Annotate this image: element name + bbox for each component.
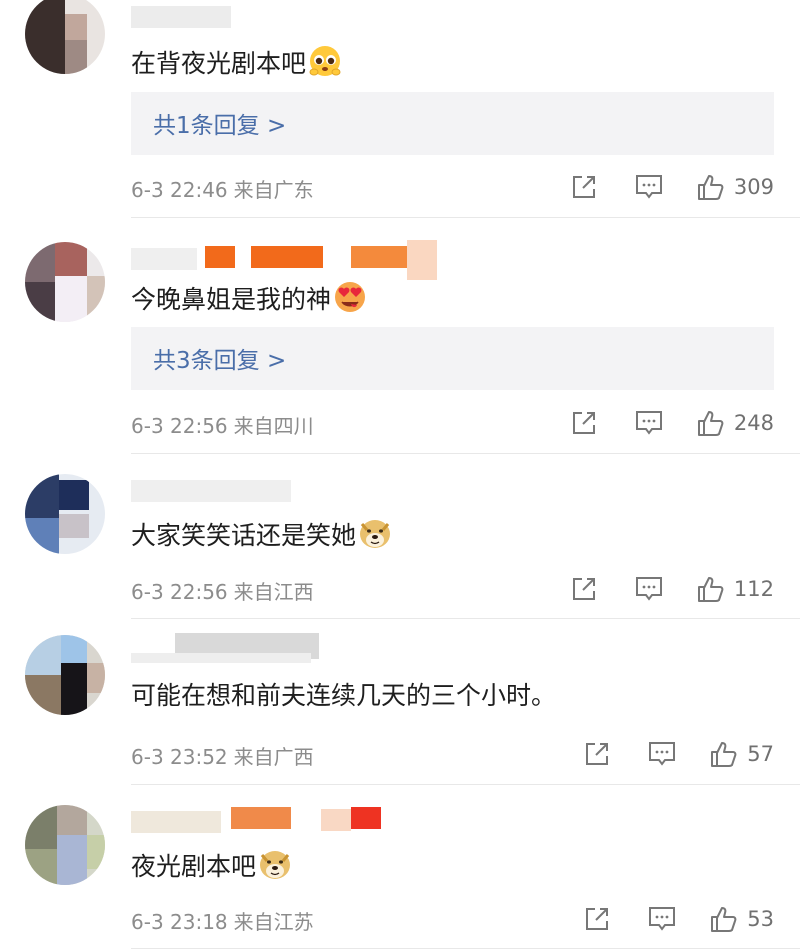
share-button[interactable]: [583, 905, 611, 933]
share-button[interactable]: [570, 173, 598, 201]
timestamp: 6-3 23:52: [131, 745, 228, 769]
comment-icon: [635, 411, 662, 435]
like-button[interactable]: 112: [696, 574, 774, 604]
share-button[interactable]: [570, 409, 598, 437]
divider: [131, 948, 800, 949]
like-count: 248: [733, 411, 774, 435]
comment-actions: 248: [570, 406, 774, 440]
comment-body: 可能在想和前夫连续几天的三个小时。: [131, 681, 557, 710]
share-icon: [572, 578, 595, 600]
location: 来自广西: [233, 745, 314, 769]
comment-item: 今晚鼻姐是我的神 共3条回复 > 6-3 22:56 来自四川 248: [0, 218, 800, 454]
view-replies-link[interactable]: 共1条回复 >: [153, 106, 286, 140]
pleading-face-icon: [309, 46, 341, 76]
comment-body: 夜光剧本吧: [131, 852, 257, 881]
comment-body: 在背夜光剧本吧: [131, 49, 307, 78]
avatar[interactable]: [25, 635, 105, 715]
comment-body: 今晚鼻姐是我的神: [131, 285, 332, 314]
doge-face-icon: [260, 851, 291, 879]
share-icon: [586, 743, 609, 765]
comment-icon: [649, 742, 676, 766]
reply-button[interactable]: [634, 173, 664, 201]
location: 来自四川: [233, 414, 314, 438]
comment-icon: [635, 175, 662, 199]
comment-body: 大家笑笑话还是笑她: [131, 521, 357, 550]
comment-item: 大家笑笑话还是笑她 6-3 22:56 来自江西 112: [0, 454, 800, 619]
timestamp: 6-3 22:56: [131, 414, 228, 438]
comment-meta: 6-3 22:56 来自四川: [131, 410, 314, 439]
comment-actions: 57: [583, 737, 774, 771]
thumbs-up-icon: [697, 175, 724, 200]
like-count: 309: [733, 175, 774, 199]
comment-meta: 6-3 22:46 来自广东: [131, 174, 314, 203]
comment-actions: 309: [570, 170, 774, 204]
timestamp: 6-3 23:18: [131, 910, 228, 934]
like-button[interactable]: 57: [709, 739, 774, 769]
share-icon: [572, 176, 595, 198]
reply-preview-box: 共1条回复 >: [131, 92, 774, 155]
reply-button[interactable]: [634, 409, 664, 437]
comment-text: 大家笑笑话还是笑她: [131, 516, 392, 553]
comment-actions: 112: [570, 572, 774, 606]
comment-text: 今晚鼻姐是我的神: [131, 280, 367, 317]
thumbs-up-icon: [697, 411, 724, 436]
like-count: 112: [733, 577, 774, 601]
share-icon: [586, 908, 609, 930]
like-button[interactable]: 248: [696, 408, 774, 438]
doge-face-icon: [360, 520, 391, 548]
location: 来自江苏: [233, 910, 314, 934]
reply-preview-box: 共3条回复 >: [131, 327, 774, 390]
comment-meta: 6-3 23:18 来自江苏: [131, 906, 314, 935]
comment-icon: [649, 907, 676, 931]
heart-eyes-face-icon: [335, 282, 366, 312]
comment-actions: 53: [583, 902, 774, 936]
reply-button[interactable]: [634, 575, 664, 603]
avatar[interactable]: [25, 474, 105, 554]
like-button[interactable]: 309: [696, 172, 774, 202]
comment-item: 可能在想和前夫连续几天的三个小时。 6-3 23:52 来自广西 57: [0, 619, 800, 785]
share-button[interactable]: [583, 740, 611, 768]
share-button[interactable]: [570, 575, 598, 603]
view-replies-link[interactable]: 共3条回复 >: [153, 341, 286, 375]
reply-button[interactable]: [647, 905, 677, 933]
thumbs-up-icon: [697, 577, 724, 602]
comment-icon: [635, 577, 662, 601]
avatar[interactable]: [25, 0, 105, 74]
comment-item: 夜光剧本吧 6-3 23:18 来自江苏 53: [0, 785, 800, 952]
timestamp: 6-3 22:56: [131, 580, 228, 604]
comment-text: 可能在想和前夫连续几天的三个小时。: [131, 679, 556, 713]
reply-button[interactable]: [647, 740, 677, 768]
timestamp: 6-3 22:46: [131, 178, 228, 202]
like-button[interactable]: 53: [709, 904, 774, 934]
share-icon: [572, 412, 595, 434]
like-count: 57: [747, 742, 774, 766]
thumbs-up-icon: [711, 742, 737, 767]
location: 来自江西: [233, 580, 314, 604]
comment-meta: 6-3 22:56 来自江西: [131, 576, 314, 605]
comment-item: 在背夜光剧本吧 共1条回复 > 6-3 22:46 来自广东 309: [0, 0, 800, 218]
comment-meta: 6-3 23:52 来自广西: [131, 741, 314, 770]
like-count: 53: [747, 907, 774, 931]
comment-text: 夜光剧本吧: [131, 847, 292, 884]
comment-text: 在背夜光剧本吧: [131, 44, 342, 81]
thumbs-up-icon: [711, 907, 737, 932]
avatar[interactable]: [25, 805, 105, 885]
avatar[interactable]: [25, 242, 105, 322]
location: 来自广东: [233, 178, 314, 202]
